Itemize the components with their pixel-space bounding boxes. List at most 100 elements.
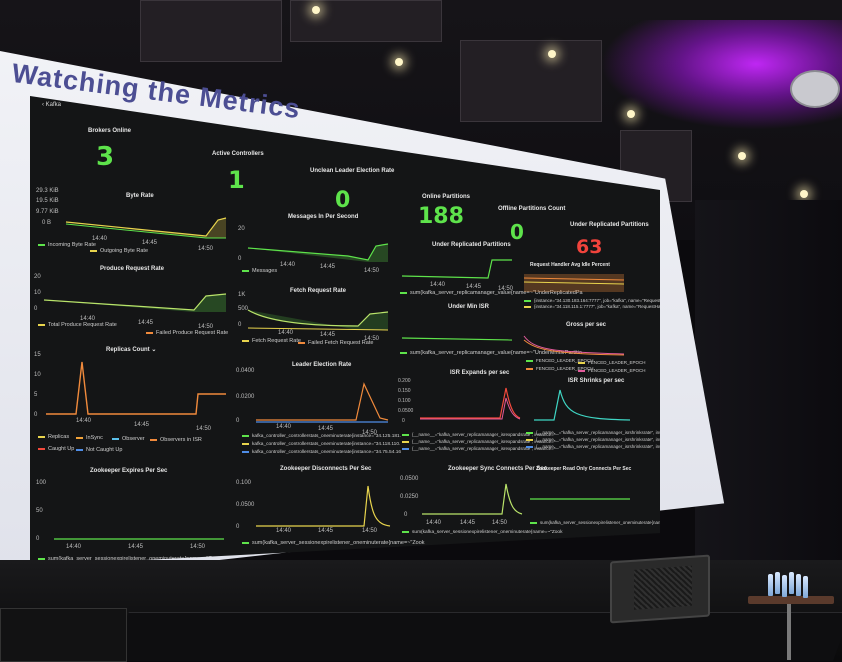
legend-item[interactable]: sum(kafka_server_sessionexpirelistener_o… [530, 520, 660, 525]
stat-title-offline-partitions: Offline Partitions Count [498, 206, 566, 212]
legend-label: Not Caught Up [86, 447, 123, 453]
water-bottle [796, 574, 801, 596]
legend-item[interactable]: Observers in ISR [150, 437, 202, 443]
panel-title-isr-shrinks[interactable]: ISR Shrinks per sec [568, 378, 624, 384]
legend-swatch [242, 442, 249, 445]
zk-disconnects-chart [256, 485, 391, 527]
x-tick: 14:45 [460, 520, 476, 526]
panel-title-produce-request[interactable]: Produce Request Rate [100, 266, 164, 272]
legend-item[interactable]: kafka_controller_controllerstats_oneminu… [242, 434, 401, 439]
panel-title-replicas[interactable]: Replicas Count ⌄ [106, 346, 156, 353]
panel-title-zk-expires[interactable]: Zookeeper Expires Per Sec [90, 468, 167, 474]
legend-item[interactable]: sum(kafka_server_sessionexpirelistener_o… [402, 530, 563, 535]
panel-title-gross[interactable]: Gross per sec [566, 322, 606, 328]
zk-readonly-chart [530, 498, 630, 500]
breadcrumb-label: Kafka [45, 102, 62, 108]
legend-label: InSync [86, 435, 103, 441]
legend-item[interactable]: Observer [112, 436, 145, 442]
panel-title-under-replicated[interactable]: Under Replicated Partitions [432, 242, 511, 248]
legend-swatch [400, 291, 407, 294]
x-tick: 14:40 [276, 528, 292, 534]
panel-title-zk-sync[interactable]: Zookeeper Sync Connects Per Sec [448, 466, 547, 472]
x-tick: 14:50 [492, 520, 508, 526]
y-tick: 50 [36, 508, 43, 514]
legend-item[interactable]: Incoming Byte Rate [38, 242, 96, 248]
legend-item[interactable]: Messages [242, 268, 277, 274]
y-tick: 1K [238, 292, 246, 298]
y-tick: 0.0500 [398, 408, 414, 414]
legend-item[interactable]: kafka_controller_controllerstats_oneminu… [242, 450, 401, 455]
breadcrumb[interactable]: ‹ Kafka [42, 102, 61, 108]
legend-item[interactable]: Caught Up [38, 446, 74, 452]
legend-swatch [76, 436, 83, 439]
legend-item[interactable]: Fetch Request Rate [242, 338, 301, 344]
panel-title-request-handler[interactable]: Request Handler Avg Idle Percent [530, 262, 610, 268]
panel-title-isr-expands[interactable]: ISR Expands per sec [450, 370, 509, 376]
legend-item[interactable]: kafka_controller_controllerstats_oneminu… [242, 442, 400, 447]
legend-swatch [524, 305, 531, 308]
panel-title-messages-in[interactable]: Messages In Per Second [288, 214, 358, 220]
y-tick: 0 [236, 524, 240, 530]
isr-shrinks-chart [534, 389, 631, 421]
legend-label: Failed Produce Request Rate [156, 330, 229, 336]
legend-swatch [402, 440, 409, 443]
legend-item[interactable]: Not Caught Up [76, 447, 122, 453]
y-tick: 0.0500 [400, 476, 419, 482]
legend-label: FENCED_LEADER_EPOCH [588, 360, 646, 365]
legend-item[interactable]: {__name__="kafka_server_replicamanager_i… [526, 444, 677, 449]
legend-item[interactable]: {instance="34.130.183.164:7777", job="ka… [524, 298, 660, 303]
y-tick: 10 [34, 290, 41, 296]
legend-item[interactable]: Outgoing Byte Rate [90, 248, 148, 254]
messages-in-chart [247, 243, 389, 262]
x-tick: 14:45 [134, 422, 150, 428]
stat-value-brokers: 3 [96, 142, 115, 172]
legend-item[interactable]: Failed Produce Request Rate [146, 330, 228, 336]
panel-title-label: Replicas Count [106, 347, 150, 353]
stat-value-offline-partitions: 0 [510, 220, 524, 244]
y-tick: 0.200 [398, 378, 411, 384]
stat-title-under-replicated: Under Replicated Partitions [570, 222, 649, 228]
water-bottle [803, 576, 808, 598]
legend-item[interactable]: {__name__="kafka_server_replicamanager_i… [526, 437, 660, 442]
legend-swatch [146, 331, 153, 334]
legend-swatch [38, 323, 45, 326]
leader-election-chart [256, 382, 389, 423]
legend-swatch [242, 434, 249, 437]
legend-swatch [76, 448, 83, 451]
x-tick: 14:40 [430, 282, 446, 288]
panel-title-fetch-request[interactable]: Fetch Request Rate [290, 288, 346, 294]
panel-title-leader-election[interactable]: Leader Election Rate [292, 362, 351, 368]
ceiling-panel [140, 0, 282, 62]
x-tick: 14:50 [198, 246, 214, 252]
y-tick: 100 [36, 480, 47, 486]
legend-item[interactable]: {instance="34.118.115.1:7777", job="kafk… [524, 304, 660, 309]
legend-item[interactable]: Replicas [38, 434, 69, 440]
ceiling-light [800, 190, 808, 198]
legend-label: Observer [122, 436, 145, 442]
legend-item[interactable]: sum(kafka_server_sessionexpirelistener_o… [242, 540, 425, 546]
x-tick: 14:45 [320, 332, 336, 338]
y-tick: 20 [34, 274, 41, 280]
x-tick: 14:40 [278, 330, 294, 336]
ceiling-light [312, 6, 320, 14]
legend-label: {__name__="kafka_server_replicamanager_i… [536, 444, 677, 449]
ceiling-light [738, 152, 746, 160]
panel-title-under-min-isr[interactable]: Under Min ISR [448, 304, 489, 310]
legend-item[interactable]: Total Produce Request Rate [38, 322, 117, 328]
panel-title-byte-rate[interactable]: Byte Rate [126, 193, 154, 199]
x-tick: 14:50 [362, 528, 378, 534]
x-tick: 14:45 [142, 240, 158, 246]
x-tick: 14:40 [66, 544, 82, 550]
legend-swatch [112, 437, 119, 440]
legend-item[interactable]: InSync [76, 435, 103, 441]
panel-title-zk-readonly[interactable]: Zookeeper Read Only Connects Per Sec [536, 466, 631, 472]
legend-swatch [530, 521, 537, 524]
legend-item[interactable]: Failed Fetch Request Rate [298, 340, 373, 346]
panel-title-zk-disconnects[interactable]: Zookeeper Disconnects Per Sec [280, 466, 371, 472]
legend-item[interactable]: {__name__="kafka_server_replicamanager_i… [526, 430, 660, 435]
stage-edge [111, 612, 842, 661]
legend-item[interactable]: FENCED_LEADER_EPOCH [578, 368, 646, 373]
legend-label: sum(kafka_server_sessionexpirelistener_o… [252, 540, 425, 546]
table-leg [787, 604, 791, 660]
legend-item[interactable]: FENCED_LEADER_EPOCH [578, 360, 646, 365]
